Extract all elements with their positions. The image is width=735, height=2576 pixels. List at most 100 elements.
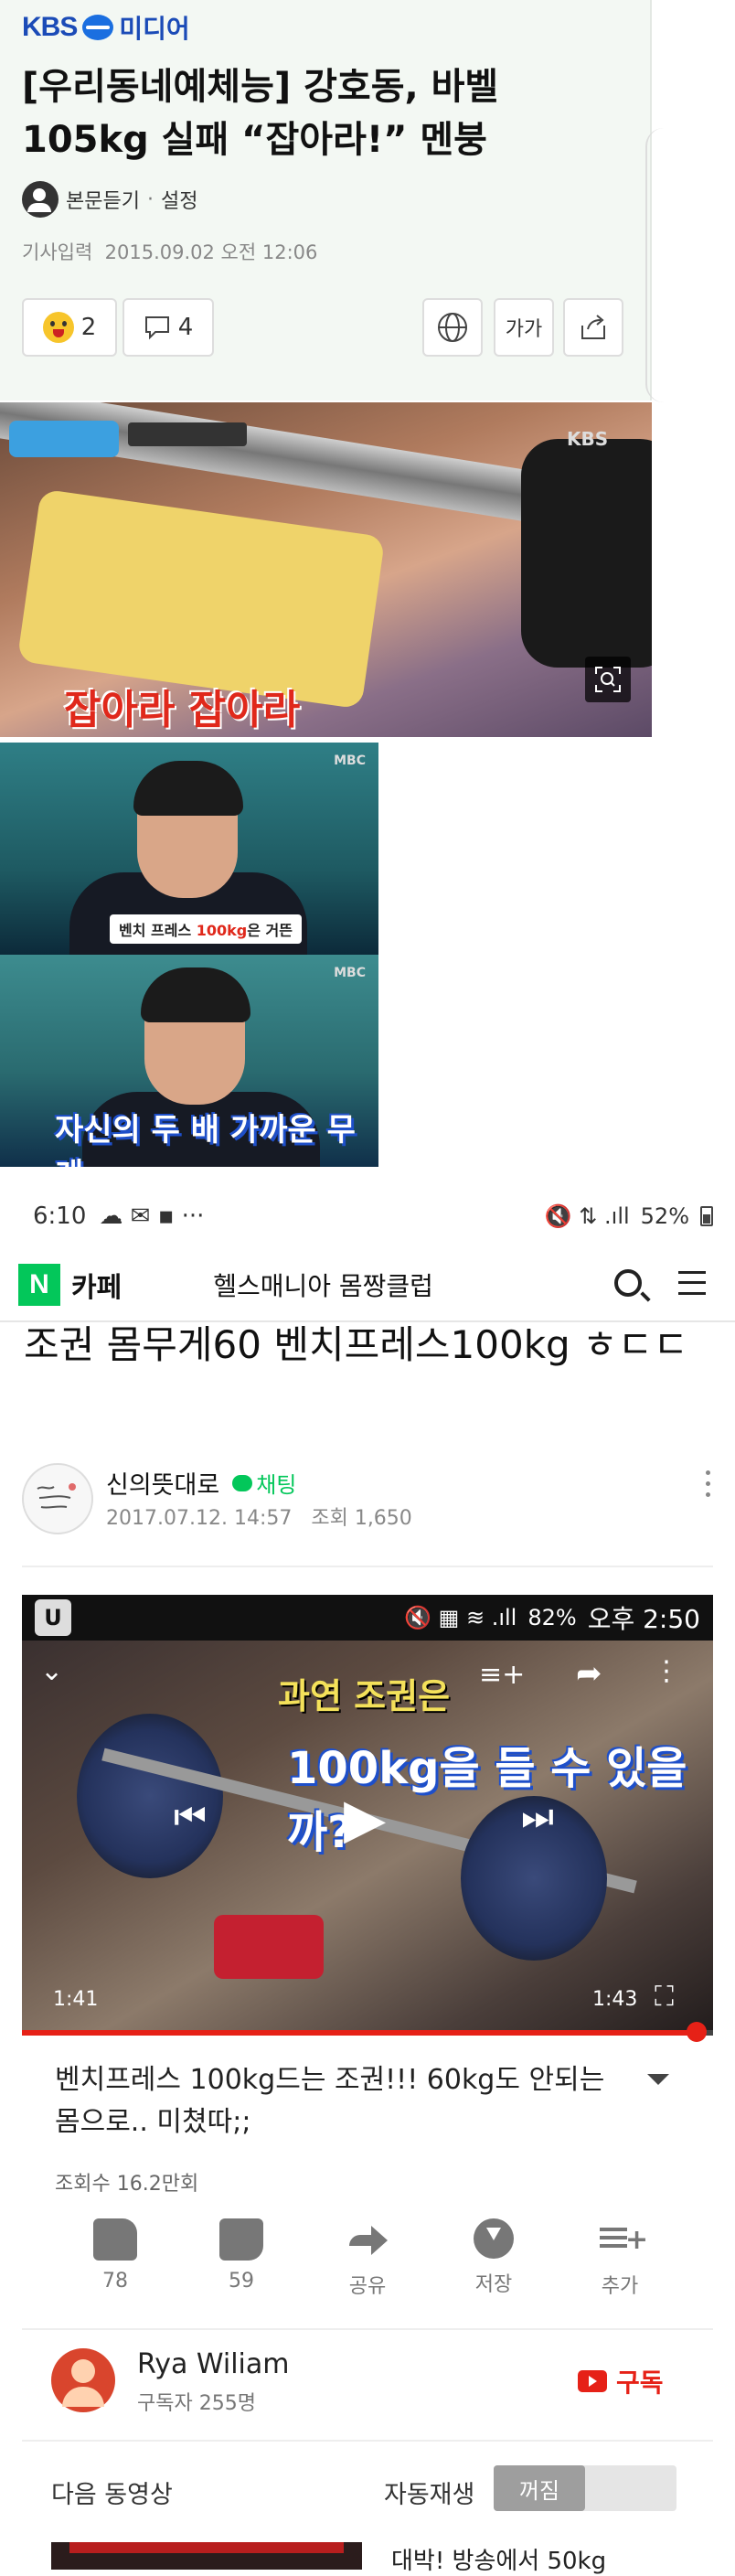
subtitle-post: 은 거뜬 bbox=[247, 922, 293, 939]
next-video-title[interactable]: 대박! 방송에서 50kg bbox=[391, 2542, 606, 2576]
menu-icon[interactable] bbox=[678, 1271, 706, 1295]
fullscreen-icon[interactable]: ⛶ bbox=[655, 1981, 674, 2013]
subtitle-highlight: 100kg bbox=[196, 922, 248, 939]
progress-scrubber[interactable] bbox=[686, 2022, 707, 2042]
video-title[interactable]: 벤치프레스 100kg드는 조권!!! 60kg도 안되는 몸으로.. 미쳤따;… bbox=[55, 2059, 622, 2143]
video-more-icon[interactable]: ⋮ bbox=[653, 1655, 680, 1687]
thumbnail-banner bbox=[69, 2542, 344, 2553]
collapse-chevron-icon[interactable]: ⌄ bbox=[40, 1655, 63, 1687]
youtube-screenshot: U 🔇 ▦ ≋ .ıll 82% 오후 2:50 과연 조권은 100kg을 들… bbox=[22, 1595, 713, 2034]
channel-avatar[interactable] bbox=[51, 2348, 115, 2412]
settings-link[interactable]: 설정 bbox=[161, 185, 197, 214]
u-app-icon: U bbox=[35, 1599, 71, 1636]
tv-capture-photo-2: MBC 자신의 두 배 가까운 무게 bbox=[0, 955, 378, 1167]
listen-avatar-icon[interactable] bbox=[22, 181, 59, 218]
reaction-button[interactable]: 2 bbox=[22, 298, 117, 357]
comment-button[interactable]: 4 bbox=[122, 298, 214, 357]
naver-logo[interactable]: N bbox=[18, 1264, 60, 1306]
zoom-button[interactable] bbox=[585, 657, 631, 702]
kbs-media-logo[interactable]: KBS 미디어 bbox=[22, 9, 190, 46]
date-value: 2015.09.02 오전 12:06 bbox=[104, 241, 318, 263]
more-options-icon[interactable] bbox=[706, 1470, 711, 1502]
author-name[interactable]: 신의뜻대로 bbox=[106, 1465, 219, 1501]
dislike-count: 59 bbox=[229, 2270, 254, 2293]
subtitle-pre: 벤치 프레스 bbox=[119, 922, 197, 939]
kbs-globe-icon bbox=[82, 15, 114, 40]
article-headline: [우리동네예체능] 강호동, 바벨 105kg 실패 “잡아라!” 멘붕 bbox=[22, 66, 499, 161]
autoplay-toggle[interactable]: 꺼짐 bbox=[494, 2465, 676, 2511]
up-next-label: 다음 동영상 bbox=[51, 2481, 173, 2509]
save-video-button[interactable]: 저장 bbox=[439, 2218, 549, 2297]
chat-label: 채팅 bbox=[256, 1472, 297, 1498]
globe-icon bbox=[438, 313, 467, 342]
search-icon[interactable] bbox=[614, 1269, 642, 1297]
add-to-playlist-button[interactable]: 추가 bbox=[565, 2218, 675, 2299]
subscribe-button[interactable]: 구독 bbox=[578, 2363, 664, 2400]
listen-row: 본문듣기 · 설정 bbox=[22, 181, 197, 218]
photo-watermark: KBS bbox=[567, 428, 609, 450]
translate-button[interactable] bbox=[422, 298, 483, 357]
comment-count: 4 bbox=[177, 314, 194, 341]
chat-icon bbox=[232, 1474, 253, 1491]
subscribe-label: 구독 bbox=[616, 2368, 664, 2398]
youtube-logo-icon bbox=[578, 2370, 607, 2392]
tv-capture-photo-1: MBC 벤치 프레스 100kg은 거뜬 bbox=[0, 743, 378, 955]
author-avatar[interactable] bbox=[22, 1463, 93, 1534]
share-video-button[interactable]: 공유 bbox=[313, 2218, 422, 2299]
video-caption-top: 과연 조권은 bbox=[278, 1676, 451, 1716]
media-logo-text: 미디어 bbox=[119, 14, 190, 44]
share-button[interactable] bbox=[563, 298, 623, 357]
previous-icon[interactable]: ⏮ bbox=[174, 1796, 207, 1838]
photo-watermark: MBC bbox=[334, 754, 366, 768]
listen-button[interactable]: 본문듣기 bbox=[66, 185, 140, 214]
next-icon[interactable]: ⏭ bbox=[521, 1796, 554, 1838]
battery-percent: 52% bbox=[640, 1203, 689, 1229]
yt-signal-icons: 🔇 ▦ ≋ .ıll bbox=[404, 1605, 517, 1630]
photo-plate bbox=[521, 439, 652, 668]
date-label: 기사입력 bbox=[22, 241, 93, 263]
status-bar: 6:10 ☁ ✉ ▪ ··· 🔇 ⇅ .ıll 52% bbox=[0, 1189, 735, 1244]
show-logo bbox=[9, 421, 119, 457]
yt-status-bar: U 🔇 ▦ ≋ .ıll 82% 오후 2:50 bbox=[22, 1595, 713, 1641]
expand-description-icon[interactable] bbox=[647, 2074, 669, 2085]
chat-button[interactable]: 채팅 bbox=[232, 1467, 296, 1499]
add-queue-icon[interactable]: ≡+ bbox=[479, 1659, 525, 1691]
like-count: 78 bbox=[102, 2270, 128, 2293]
photo-caption: 잡아라 잡아라 bbox=[64, 687, 301, 733]
kbs-logo-text: KBS bbox=[22, 12, 78, 42]
photo-hair bbox=[141, 967, 250, 1022]
separator-dot: · bbox=[146, 187, 154, 211]
video-views: 조회수 16.2만회 bbox=[55, 2173, 199, 2196]
channel-name[interactable]: Rya Wiliam bbox=[137, 2348, 290, 2380]
font-size-button[interactable]: 가가 bbox=[494, 298, 554, 357]
divider bbox=[22, 2440, 713, 2442]
video-progress-bar[interactable] bbox=[22, 2022, 713, 2042]
time-total: 1:43 bbox=[592, 1988, 638, 2011]
photo-hair bbox=[133, 761, 243, 816]
add-label: 추가 bbox=[601, 2275, 639, 2298]
avatar-doodle-icon bbox=[37, 1483, 76, 1509]
share-icon bbox=[346, 2218, 389, 2261]
video-share-icon[interactable]: ➦ bbox=[576, 1655, 602, 1692]
video-player[interactable]: 과연 조권은 100kg을 들 수 있을까? ⌄ ≡+ ➦ ⋮ ⏮ ▶ ⏭ 1:… bbox=[22, 1641, 713, 2034]
save-icon bbox=[474, 2218, 514, 2259]
dislike-button[interactable]: 59 bbox=[186, 2218, 296, 2293]
font-size-label: 가가 bbox=[505, 318, 543, 341]
add-to-playlist-icon bbox=[598, 2218, 648, 2261]
play-icon[interactable]: ▶ bbox=[344, 1787, 386, 1851]
cafe-label[interactable]: 카페 bbox=[71, 1265, 122, 1305]
video-bench bbox=[214, 1915, 324, 1979]
club-name[interactable]: 헬스매니아 몸짱클럽 bbox=[213, 1267, 433, 1303]
thumbs-up-icon bbox=[93, 2218, 137, 2261]
yt-status-time: 오후 2:50 bbox=[587, 1604, 700, 1634]
thumbs-down-icon bbox=[219, 2218, 263, 2261]
yt-battery: 82% bbox=[527, 1605, 577, 1630]
photo-subtitle: 자신의 두 배 가까운 무게 bbox=[55, 1112, 356, 1167]
save-label: 저장 bbox=[474, 2273, 513, 2296]
like-button[interactable]: 78 bbox=[60, 2218, 170, 2293]
post-meta: 2017.07.12. 14:57 조회 1,650 bbox=[106, 1502, 412, 1531]
card-edge bbox=[645, 128, 664, 402]
status-time: 6:10 bbox=[33, 1202, 87, 1230]
post-title: 조권 몸무게60 벤치프레스100kg ㅎㄷㄷ bbox=[24, 1322, 688, 1367]
time-current: 1:41 bbox=[53, 1988, 99, 2011]
